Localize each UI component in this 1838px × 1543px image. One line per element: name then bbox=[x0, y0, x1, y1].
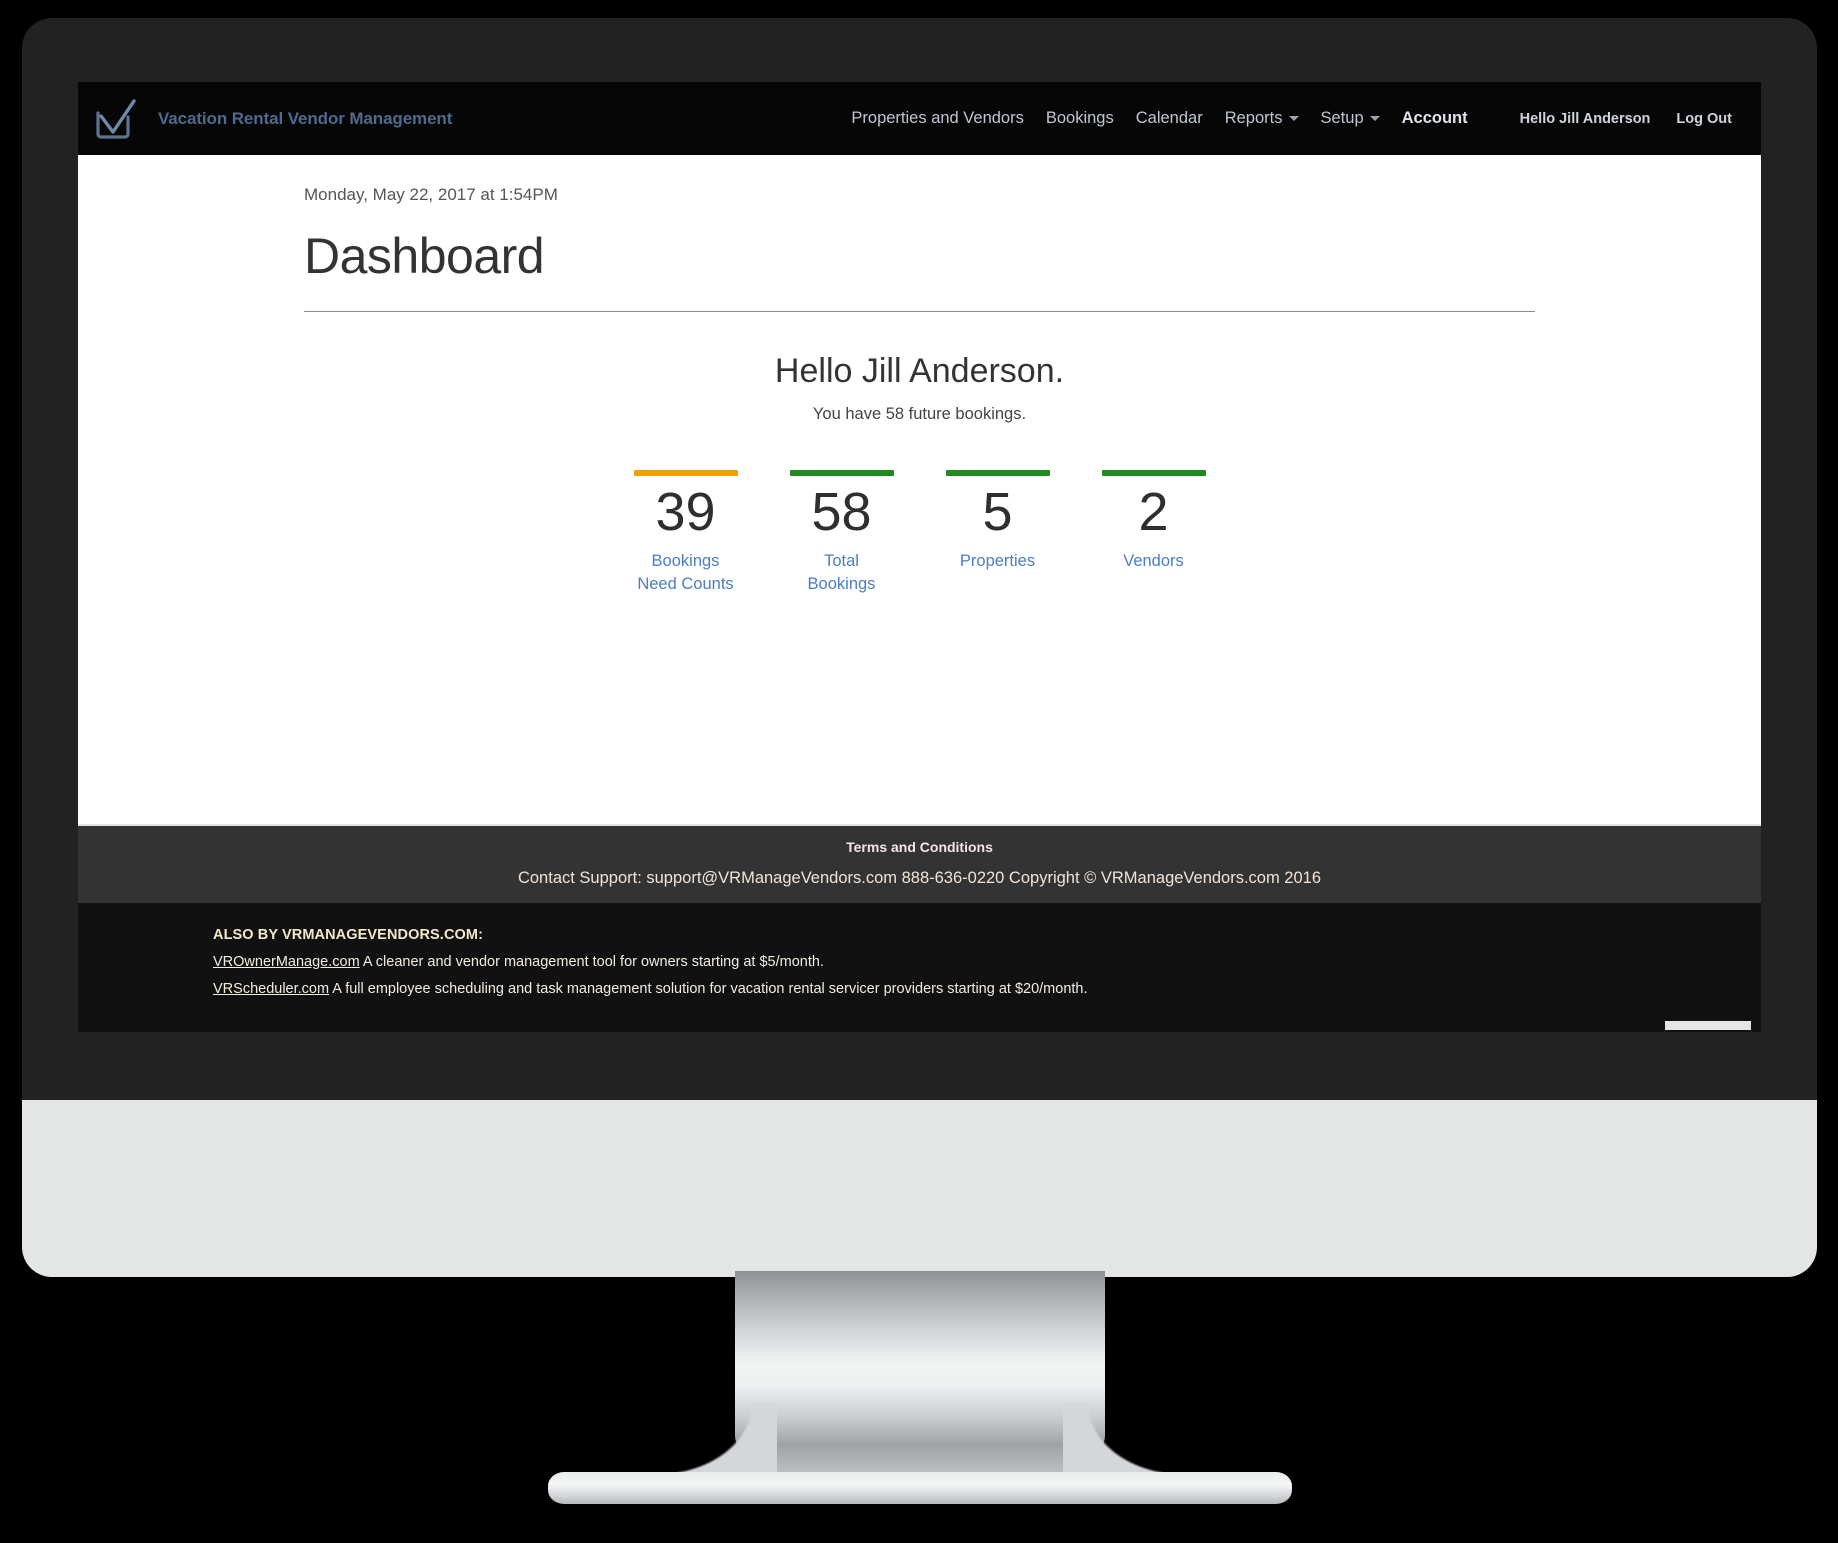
terms-and-conditions-link[interactable]: Terms and Conditions bbox=[846, 839, 993, 855]
chevron-down-icon bbox=[1288, 116, 1299, 121]
nav-item-label: Bookings bbox=[1045, 109, 1114, 127]
support-contact-line: Contact Support: support@VRManageVendors… bbox=[517, 869, 1322, 887]
current-datetime: Monday, May 22, 2017 at 1:54PM bbox=[304, 185, 558, 204]
user-nav: Hello Jill Anderson Log Out bbox=[1507, 111, 1761, 127]
vrscheduler-link[interactable]: VRScheduler.com bbox=[213, 981, 329, 997]
user-greeting-link[interactable]: Hello Jill Anderson bbox=[1507, 111, 1664, 127]
monitor-stand-neck bbox=[657, 1271, 1183, 1493]
checkbox-check-icon bbox=[86, 91, 142, 147]
also-by-heading: ALSO BY VRMANAGEVENDORS.COM: bbox=[213, 927, 483, 943]
chevron-down-icon bbox=[1369, 116, 1380, 121]
stat-card-total-bookings[interactable]: 58 Total Bookings bbox=[789, 470, 894, 597]
footer-primary: Terms and Conditions Contact Support: su… bbox=[78, 824, 1761, 903]
stat-accent-bar bbox=[1101, 470, 1206, 476]
stat-value: 58 bbox=[811, 482, 872, 542]
stat-card-bookings-need-counts[interactable]: 39 Bookings Need Counts bbox=[633, 470, 738, 597]
nav-item-bookings[interactable]: Bookings bbox=[1035, 109, 1125, 128]
stat-label[interactable]: Properties bbox=[946, 550, 1050, 573]
monitor-chin bbox=[22, 1100, 1817, 1277]
nav-item-label: Setup bbox=[1320, 109, 1364, 127]
title-divider bbox=[304, 311, 1535, 312]
nav-item-label: Reports bbox=[1224, 109, 1283, 127]
promo-description: A cleaner and vendor management tool for… bbox=[359, 954, 824, 970]
vrownermanage-link[interactable]: VROwnerManage.com bbox=[213, 954, 360, 970]
top-navbar: Vacation Rental Vendor Management Proper… bbox=[78, 82, 1761, 155]
brand-title: Vacation Rental Vendor Management bbox=[158, 108, 453, 128]
horizontal-scrollbar-thumb[interactable] bbox=[1665, 1021, 1751, 1030]
stat-accent-bar bbox=[945, 470, 1050, 476]
nav-item-properties-and-vendors[interactable]: Properties and Vendors bbox=[840, 109, 1034, 128]
greeting-heading: Hello Jill Anderson. bbox=[774, 352, 1065, 390]
nav-item-reports[interactable]: Reports bbox=[1214, 109, 1310, 128]
promo-description: A full employee scheduling and task mana… bbox=[329, 981, 1088, 997]
stat-label[interactable]: Vendors bbox=[1102, 550, 1206, 573]
stat-label[interactable]: Total Bookings bbox=[790, 550, 894, 597]
stat-label[interactable]: Bookings Need Counts bbox=[634, 550, 738, 597]
page-body: Monday, May 22, 2017 at 1:54PM Dashboard… bbox=[78, 155, 1761, 824]
nav-item-label: Account bbox=[1401, 109, 1468, 127]
browser-viewport: Vacation Rental Vendor Management Proper… bbox=[78, 82, 1761, 1032]
stat-accent-bar bbox=[633, 470, 738, 476]
greeting-block: Hello Jill Anderson. You have 58 future … bbox=[228, 352, 1611, 424]
stat-card-vendors[interactable]: 2 Vendors bbox=[1101, 470, 1206, 573]
monitor-stand-foot bbox=[548, 1472, 1292, 1504]
brand-block[interactable]: Vacation Rental Vendor Management bbox=[78, 91, 452, 147]
promo-line-vrownermanage: VROwnerManage.com A cleaner and vendor m… bbox=[213, 954, 1626, 970]
stats-row: 39 Bookings Need Counts 58 Total Booking… bbox=[228, 470, 1611, 597]
footer-secondary: ALSO BY VRMANAGEVENDORS.COM: VROwnerMana… bbox=[78, 903, 1761, 1032]
stat-accent-bar bbox=[789, 470, 894, 476]
nav-item-setup[interactable]: Setup bbox=[1310, 109, 1391, 128]
stat-card-properties[interactable]: 5 Properties bbox=[945, 470, 1050, 573]
nav-item-label: Properties and Vendors bbox=[851, 109, 1024, 127]
page-title: Dashboard bbox=[304, 228, 545, 284]
log-out-link[interactable]: Log Out bbox=[1663, 111, 1745, 127]
nav-item-label: Calendar bbox=[1135, 109, 1203, 127]
main-nav: Properties and Vendors Bookings Calendar… bbox=[840, 109, 1478, 128]
stat-value: 39 bbox=[655, 482, 716, 542]
stat-value: 2 bbox=[1138, 482, 1169, 542]
horizontal-scrollbar-track[interactable] bbox=[78, 1018, 1761, 1032]
nav-item-calendar[interactable]: Calendar bbox=[1125, 109, 1214, 128]
promo-line-vrscheduler: VRScheduler.com A full employee scheduli… bbox=[213, 981, 1626, 997]
stat-value: 5 bbox=[982, 482, 1013, 542]
nav-item-account[interactable]: Account bbox=[1391, 109, 1479, 128]
greeting-subtext: You have 58 future bookings. bbox=[812, 405, 1027, 423]
